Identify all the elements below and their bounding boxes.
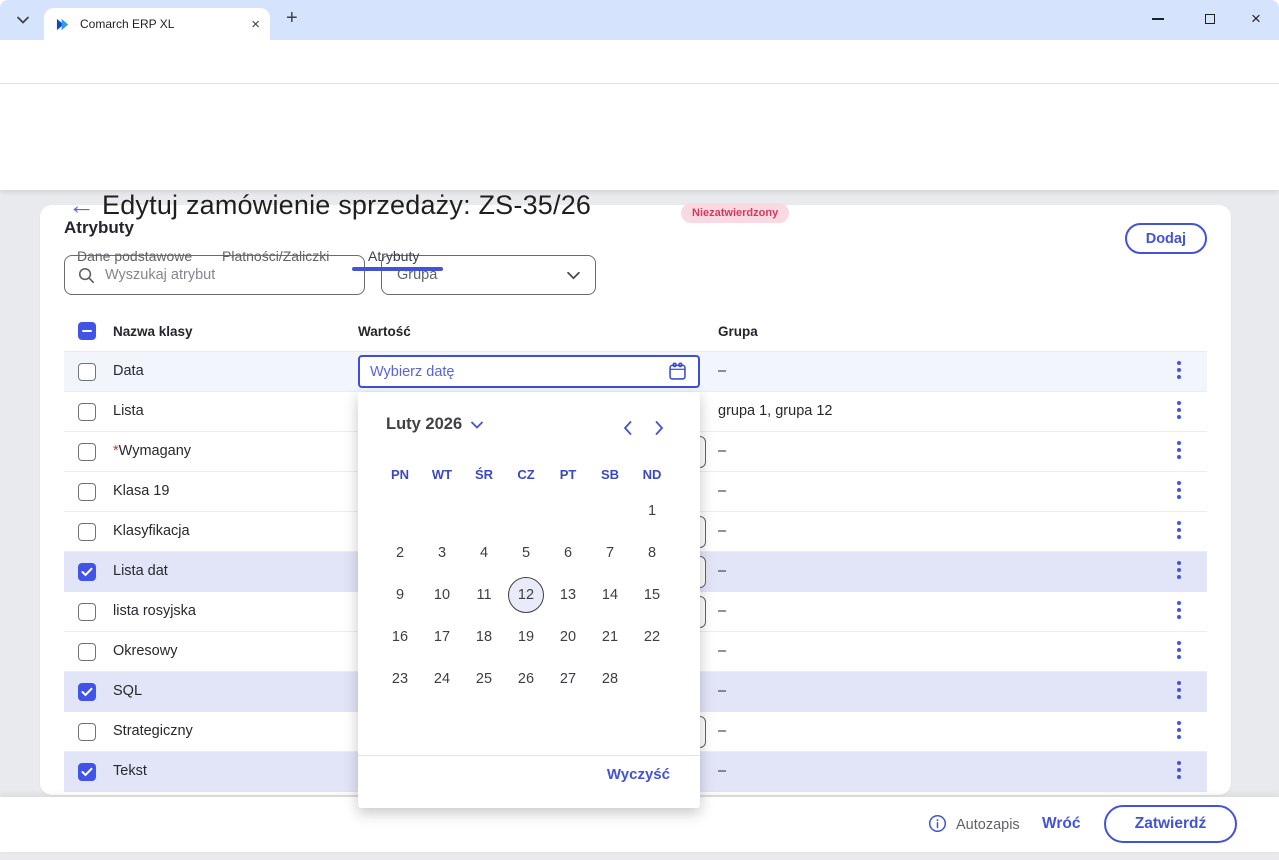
tab-search-chevron-icon[interactable]	[12, 9, 34, 31]
chevron-down-icon	[471, 421, 483, 429]
calendar-week: 9 10 11 12 13 14 15	[379, 577, 673, 613]
calendar-week: 16 17 18 19 20 21 22	[379, 619, 673, 655]
popup-divider	[358, 755, 700, 756]
row-checkbox[interactable]	[78, 483, 96, 501]
row-menu-icon[interactable]	[1171, 721, 1187, 739]
calendar-day[interactable]: 8	[631, 535, 673, 571]
tab-dane-podstawowe[interactable]: Dane podstawowe	[77, 248, 192, 264]
calendar-day[interactable]: 26	[505, 661, 547, 697]
calendar-day[interactable]: 6	[547, 535, 589, 571]
page-header: ← Edytuj zamówienie sprzedaży: ZS-35/26 …	[0, 84, 1279, 190]
calendar-day[interactable]: 7	[589, 535, 631, 571]
calendar-day[interactable]: 23	[379, 661, 421, 697]
autosave-label: Autozapis	[956, 817, 1020, 833]
chevron-down-icon	[567, 271, 580, 280]
calendar-day[interactable]: 10	[421, 577, 463, 613]
page-back-icon[interactable]: ←	[68, 190, 95, 221]
submit-button[interactable]: Zatwierdź	[1104, 805, 1237, 843]
calendar-day[interactable]: 1	[631, 493, 673, 529]
calendar-day[interactable]: 2	[379, 535, 421, 571]
row-checkbox[interactable]	[78, 443, 96, 461]
active-tab-underline	[352, 267, 443, 271]
column-header-group: Grupa	[718, 324, 758, 339]
row-menu-icon[interactable]	[1171, 361, 1187, 379]
calendar-icon[interactable]	[667, 361, 688, 382]
card-heading: Atrybuty	[64, 218, 134, 238]
calendar-day[interactable]: 3	[421, 535, 463, 571]
calendar-day[interactable]: 17	[421, 619, 463, 655]
column-header-name: Nazwa klasy	[113, 324, 193, 339]
calendar-day[interactable]: 15	[631, 577, 673, 613]
row-checkbox[interactable]	[78, 643, 96, 661]
row-menu-icon[interactable]	[1171, 761, 1187, 779]
row-checkbox[interactable]	[78, 563, 96, 581]
calendar-day[interactable]: 20	[547, 619, 589, 655]
row-menu-icon[interactable]	[1171, 601, 1187, 619]
maximize-button[interactable]	[1192, 0, 1228, 38]
row-checkbox[interactable]	[78, 763, 96, 781]
add-button[interactable]: Dodaj	[1125, 223, 1207, 254]
row-checkbox[interactable]	[78, 523, 96, 541]
search-input[interactable]	[105, 267, 352, 283]
page-title: Edytuj zamówienie sprzedaży: ZS-35/26	[102, 190, 591, 221]
row-checkbox[interactable]	[78, 403, 96, 421]
row-checkbox[interactable]	[78, 603, 96, 621]
status-badge: Niezatwierdzony	[681, 203, 789, 223]
calendar-day-today[interactable]: 12	[508, 577, 544, 613]
info-icon[interactable]	[928, 814, 947, 833]
calendar-day[interactable]: 22	[631, 619, 673, 655]
browser-window: Comarch ERP XL × + × ← → localhost:8000/…	[0, 0, 1279, 860]
date-value-input[interactable]	[358, 355, 700, 388]
row-menu-icon[interactable]	[1171, 481, 1187, 499]
select-all-checkbox[interactable]	[78, 322, 96, 340]
calendar-day[interactable]: 19	[505, 619, 547, 655]
calendar-day[interactable]: 24	[421, 661, 463, 697]
row-menu-icon[interactable]	[1171, 561, 1187, 579]
clear-date-button[interactable]: Wyczyść	[607, 766, 670, 783]
calendar-day[interactable]: 5	[505, 535, 547, 571]
row-checkbox[interactable]	[78, 723, 96, 741]
browser-tabstrip: Comarch ERP XL × + ×	[0, 0, 1279, 40]
tab-platnosci-zaliczki[interactable]: Płatności/Zaliczki	[222, 248, 329, 264]
tab-close-icon[interactable]: ×	[251, 17, 260, 32]
table-row[interactable]: Data –	[64, 352, 1207, 392]
calendar-day[interactable]: 14	[589, 577, 631, 613]
row-checkbox[interactable]	[78, 363, 96, 381]
tab-title: Comarch ERP XL	[80, 17, 251, 31]
calendar-day[interactable]: 28	[589, 661, 631, 697]
calendar-day[interactable]: 21	[589, 619, 631, 655]
weekday-header: PN WT ŚR CZ PT SB ND	[379, 467, 673, 482]
minimize-button[interactable]	[1140, 0, 1176, 38]
calendar-week: 23 24 25 26 27 28	[379, 661, 673, 697]
previous-month-icon[interactable]	[615, 416, 639, 440]
row-menu-icon[interactable]	[1171, 681, 1187, 699]
row-checkbox[interactable]	[78, 683, 96, 701]
row-menu-icon[interactable]	[1171, 641, 1187, 659]
search-icon	[77, 266, 96, 285]
close-window-button[interactable]: ×	[1238, 0, 1274, 38]
calendar-day[interactable]: 18	[463, 619, 505, 655]
row-menu-icon[interactable]	[1171, 441, 1187, 459]
back-button[interactable]: Wróć	[1042, 815, 1080, 833]
calendar-day[interactable]: 13	[547, 577, 589, 613]
month-year-selector[interactable]: Luty 2026	[386, 415, 483, 434]
tab-atrybuty[interactable]: Atrybuty	[368, 248, 419, 264]
browser-toolbar: ← → localhost:8000/orders/orders-form/ed…	[0, 40, 1279, 84]
calendar-day[interactable]: 9	[379, 577, 421, 613]
comarch-favicon-icon	[56, 17, 71, 32]
next-month-icon[interactable]	[647, 416, 671, 440]
browser-tab[interactable]: Comarch ERP XL ×	[44, 8, 270, 40]
date-picker-popup: Luty 2026 PN WT ŚR CZ PT SB ND 1 2 3 4	[358, 392, 700, 808]
calendar-day[interactable]: 27	[547, 661, 589, 697]
new-tab-button[interactable]: +	[286, 7, 298, 30]
column-header-value: Wartość	[358, 324, 411, 339]
calendar-day[interactable]: 4	[463, 535, 505, 571]
calendar-day[interactable]: 16	[379, 619, 421, 655]
calendar-week: 1	[379, 493, 673, 529]
calendar-day[interactable]: 25	[463, 661, 505, 697]
row-menu-icon[interactable]	[1171, 401, 1187, 419]
calendar-day[interactable]: 11	[463, 577, 505, 613]
row-menu-icon[interactable]	[1171, 521, 1187, 539]
calendar-week: 2 3 4 5 6 7 8	[379, 535, 673, 571]
